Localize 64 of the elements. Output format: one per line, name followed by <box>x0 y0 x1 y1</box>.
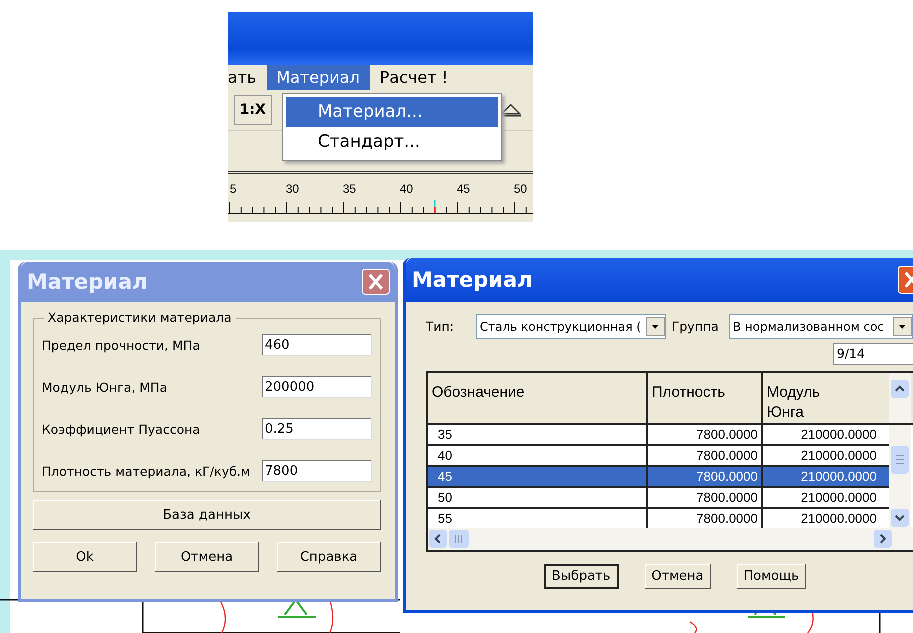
scale-button[interactable]: 1:X <box>234 95 272 125</box>
database-button[interactable]: База данных <box>33 500 381 530</box>
table-cell: 45 <box>428 467 648 486</box>
ruler-label: 35 <box>343 182 358 198</box>
type-label: Тип: <box>426 319 456 334</box>
dialog-title: Материал <box>412 268 533 292</box>
table-row[interactable]: 35 7800.0000 210000.0000 <box>428 425 889 446</box>
table-cell-text: 210000.0000 <box>800 447 878 465</box>
scroll-down-icon[interactable] <box>890 508 910 528</box>
menu-item[interactable]: ать <box>228 65 267 90</box>
menu-item[interactable]: Материал <box>266 65 370 90</box>
input-field[interactable]: 7800 <box>262 460 372 482</box>
caret-icon[interactable] <box>646 317 665 336</box>
dialog-button[interactable]: Помощь <box>736 564 806 589</box>
record-counter: 9/14 <box>833 343 913 365</box>
dialog-button[interactable]: Выбрать <box>544 564 619 589</box>
dialog-button[interactable]: Отмена <box>155 542 259 572</box>
table-cell-text: 210000.0000 <box>800 510 878 528</box>
table-cell: 35 <box>428 425 648 444</box>
close-icon[interactable] <box>362 269 390 295</box>
table-row[interactable]: 45 7800.0000 210000.0000 <box>428 467 889 488</box>
dialog-title: Материал <box>27 270 148 294</box>
scroll-thumb-icon[interactable] <box>448 529 470 549</box>
ruler-label: 40 <box>400 182 414 198</box>
field-label: Модуль Юнга, МПа <box>42 380 168 394</box>
field-label: Коэффициент Пуассона <box>42 422 200 436</box>
dialog-button[interactable]: Ok <box>33 542 137 572</box>
ruler-label: 30 <box>286 182 300 198</box>
group-dropdown[interactable]: В нормализованном сос <box>728 314 913 339</box>
table-cell-text: 210000.0000 <box>800 489 878 507</box>
table-cell: 40 <box>428 446 648 465</box>
table-row[interactable]: 50 7800.0000 210000.0000 <box>428 488 889 509</box>
ruler-label: 50 <box>514 182 528 198</box>
ruler-label: 45 <box>457 182 472 198</box>
table-cell-text: 210000.0000 <box>800 426 878 444</box>
column-header[interactable]: Модуль Юнга <box>763 373 889 423</box>
scroll-right-icon[interactable] <box>873 529 893 549</box>
table-cell: 50 <box>428 488 648 507</box>
input-field[interactable]: 200000 <box>262 376 372 398</box>
ruler-label: 5 <box>230 182 238 198</box>
table-cell: 7800.0000 <box>648 467 763 486</box>
table-cell: 7800.0000 <box>648 446 763 465</box>
menu-item[interactable]: Стандарт... <box>286 127 498 157</box>
dialog-button[interactable]: Справка <box>277 542 381 572</box>
field-label: Предел прочности, МПа <box>42 338 200 352</box>
column-header[interactable]: Обозначение <box>428 373 648 423</box>
table-cell-text: 210000.0000 <box>800 468 878 486</box>
input-field[interactable]: 460 <box>262 334 372 356</box>
caret-icon[interactable] <box>892 317 912 336</box>
menu-item[interactable]: Материал... <box>286 97 498 127</box>
scroll-thumb-icon[interactable] <box>890 445 910 475</box>
dialog-button[interactable]: Отмена <box>644 564 711 589</box>
table-cell: 7800.0000 <box>648 425 763 444</box>
scroll-left-icon[interactable] <box>428 529 448 549</box>
column-header[interactable]: Плотность <box>648 373 763 423</box>
group-title: Характеристики материала <box>44 310 236 325</box>
group-label: Группа <box>672 319 719 334</box>
type-dropdown[interactable]: Сталь конструкционная ( <box>476 314 666 339</box>
field-label: Плотность материала, кГ/куб.м <box>42 464 250 478</box>
scroll-up-icon[interactable] <box>890 379 910 399</box>
menu-item[interactable]: Расчет ! <box>370 65 458 90</box>
table-cell: 7800.0000 <box>648 488 763 507</box>
input-field[interactable]: 0.25 <box>262 418 372 440</box>
support-icon[interactable] <box>499 102 523 118</box>
